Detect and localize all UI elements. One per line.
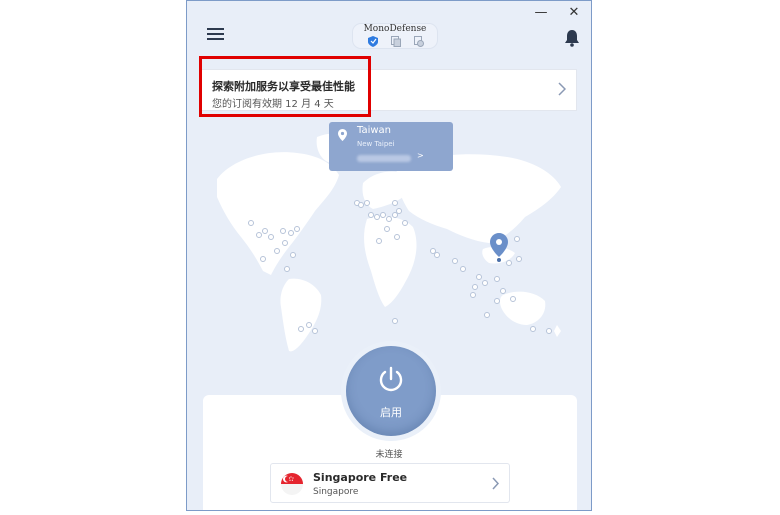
server-name: Singapore Free: [313, 471, 408, 484]
current-location-card[interactable]: Taiwan New Taipei >: [329, 122, 453, 171]
power-icon: [379, 366, 403, 392]
location-arrow: >: [417, 151, 424, 160]
chevron-right-icon: [558, 82, 566, 96]
server-country: Singapore: [313, 487, 359, 497]
location-region: New Taipei: [357, 140, 395, 148]
server-selector[interactable]: Singapore Free Singapore: [270, 463, 510, 503]
shield-icon[interactable]: [414, 36, 424, 47]
shield-icon[interactable]: [391, 36, 401, 47]
location-pin-icon: [338, 129, 347, 141]
shield-icon[interactable]: [368, 36, 378, 47]
hamburger-menu-icon[interactable]: [207, 28, 224, 41]
connect-button-label: 启用: [380, 406, 402, 419]
bell-icon[interactable]: [564, 29, 580, 47]
connect-button[interactable]: 启用: [346, 346, 436, 436]
title-bar: — ✕ MonoDefense: [187, 1, 591, 63]
location-city: Taiwan: [357, 125, 392, 136]
connection-status: 未连接: [375, 450, 403, 460]
brand-name: MonoDefense: [363, 24, 427, 34]
close-button[interactable]: ✕: [563, 5, 585, 21]
ip-address-redacted: [357, 155, 411, 162]
singapore-flag-icon: [281, 473, 303, 495]
minimize-button[interactable]: —: [530, 5, 552, 21]
highlight-box: [199, 56, 371, 117]
brand-badge: MonoDefense: [352, 23, 438, 49]
chevron-right-icon: [492, 477, 499, 490]
